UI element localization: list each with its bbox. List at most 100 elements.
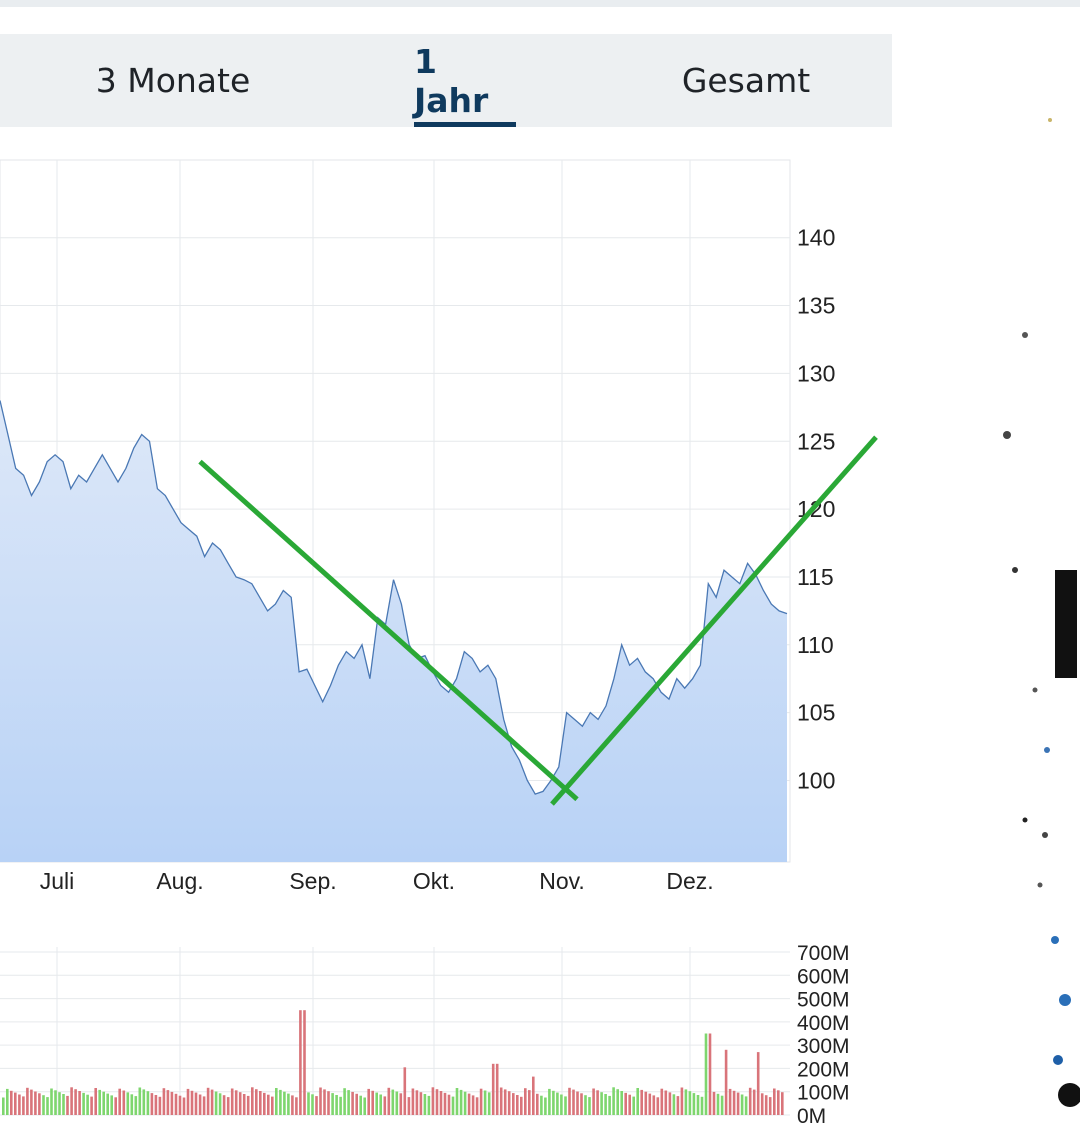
volume-bar <box>668 1092 672 1115</box>
volume-bar <box>106 1093 109 1115</box>
y-tick-label: 125 <box>797 428 835 454</box>
volume-bar <box>744 1096 748 1115</box>
volume-bar <box>696 1095 700 1115</box>
volume-bar <box>319 1087 322 1115</box>
volume-bar <box>560 1094 563 1115</box>
volume-bar <box>620 1091 623 1115</box>
volume-bar <box>552 1090 555 1115</box>
volume-bar <box>6 1088 9 1115</box>
volume-bar <box>375 1092 378 1115</box>
volume-bar <box>162 1088 166 1115</box>
volume-bar <box>202 1096 206 1115</box>
volume-bar <box>222 1095 226 1115</box>
volume-bar <box>411 1088 415 1115</box>
volume-bar <box>371 1090 374 1115</box>
volume-bar <box>596 1090 599 1115</box>
volume-bar <box>612 1087 615 1115</box>
volume-bar <box>479 1088 483 1115</box>
volume-tick-label: 200M <box>797 1058 850 1081</box>
volume-bar <box>423 1094 427 1115</box>
volume-bar <box>114 1097 117 1115</box>
volume-bar <box>327 1091 330 1115</box>
volume-bar <box>544 1097 547 1115</box>
volume-bar <box>58 1092 61 1115</box>
volume-bar <box>134 1096 138 1115</box>
volume-bar <box>716 1093 720 1115</box>
volume-bar <box>712 1091 716 1115</box>
volume-bar <box>154 1095 158 1115</box>
volume-bar <box>18 1094 21 1115</box>
volume-bar <box>363 1097 366 1115</box>
volume-bar <box>303 1010 306 1115</box>
volume-bar <box>210 1089 214 1115</box>
volume-bar <box>588 1097 591 1115</box>
volume-bar <box>592 1088 595 1115</box>
volume-bar <box>190 1090 194 1115</box>
volume-bar <box>760 1093 764 1115</box>
volume-bar <box>138 1087 142 1115</box>
volume-bar <box>419 1092 423 1115</box>
volume-tick-label: 100M <box>797 1082 850 1105</box>
volume-bar <box>170 1091 174 1115</box>
volume-bar <box>732 1090 736 1115</box>
volume-bar <box>548 1088 551 1115</box>
volume-bar <box>660 1088 664 1115</box>
volume-bar <box>644 1091 648 1115</box>
volume-bar <box>648 1093 652 1115</box>
y-tick-label: 130 <box>797 360 835 386</box>
x-tick-label: Okt. <box>413 868 455 894</box>
volume-bar <box>255 1089 258 1115</box>
volume-bar <box>110 1095 113 1115</box>
volume-bar <box>640 1089 643 1115</box>
volume-bar <box>407 1097 411 1115</box>
volume-bar <box>773 1088 776 1115</box>
volume-bar <box>664 1090 668 1115</box>
volume-bar <box>226 1097 230 1115</box>
volume-bar <box>536 1093 539 1115</box>
volume-bar <box>467 1093 471 1115</box>
volume-bar <box>455 1088 459 1115</box>
volume-bar <box>118 1088 121 1115</box>
volume-bar <box>271 1096 274 1115</box>
volume-bar <box>214 1091 218 1115</box>
volume-bar <box>777 1090 780 1115</box>
volume-bar <box>70 1087 73 1115</box>
volume-bar <box>323 1089 326 1115</box>
volume-bar <box>764 1095 768 1115</box>
volume-bar <box>652 1095 656 1115</box>
volume-bar <box>576 1091 579 1115</box>
volume-tick-label: 0M <box>797 1105 826 1123</box>
volume-bar <box>98 1089 101 1115</box>
volume-bar <box>781 1092 784 1115</box>
volume-bar <box>676 1096 680 1115</box>
volume-bar <box>748 1087 752 1115</box>
price-chart: 100105110115120125130135140 Juli Aug. Sep.… <box>0 159 878 1123</box>
volume-bar <box>66 1095 69 1115</box>
volume-bar <box>251 1087 254 1115</box>
volume-bar <box>383 1096 387 1115</box>
volume-bar <box>584 1095 587 1115</box>
volume-tick-label: 700M <box>797 942 850 965</box>
volume-bar <box>122 1090 126 1115</box>
volume-bar <box>331 1093 334 1115</box>
x-tick-label: Dez. <box>666 868 713 894</box>
volume-bar <box>2 1097 5 1115</box>
volume-bar <box>499 1087 503 1115</box>
volume-bar <box>315 1096 318 1115</box>
volume-bar <box>427 1095 431 1115</box>
volume-bar <box>451 1096 455 1115</box>
volume-bar <box>684 1089 688 1115</box>
volume-bar <box>34 1091 37 1115</box>
y-tick-label: 140 <box>797 225 835 251</box>
x-tick-label: Aug. <box>156 868 203 894</box>
volume-tick-label: 300M <box>797 1035 850 1058</box>
volume-bar <box>259 1091 262 1115</box>
y-tick-label: 135 <box>797 293 835 319</box>
volume-bar <box>90 1096 93 1115</box>
y-tick-label: 105 <box>797 700 835 726</box>
volume-bar <box>295 1097 298 1115</box>
volume-bar <box>516 1095 519 1115</box>
volume-bar <box>78 1091 81 1115</box>
volume-bar <box>279 1089 282 1115</box>
volume-bar <box>439 1091 443 1115</box>
